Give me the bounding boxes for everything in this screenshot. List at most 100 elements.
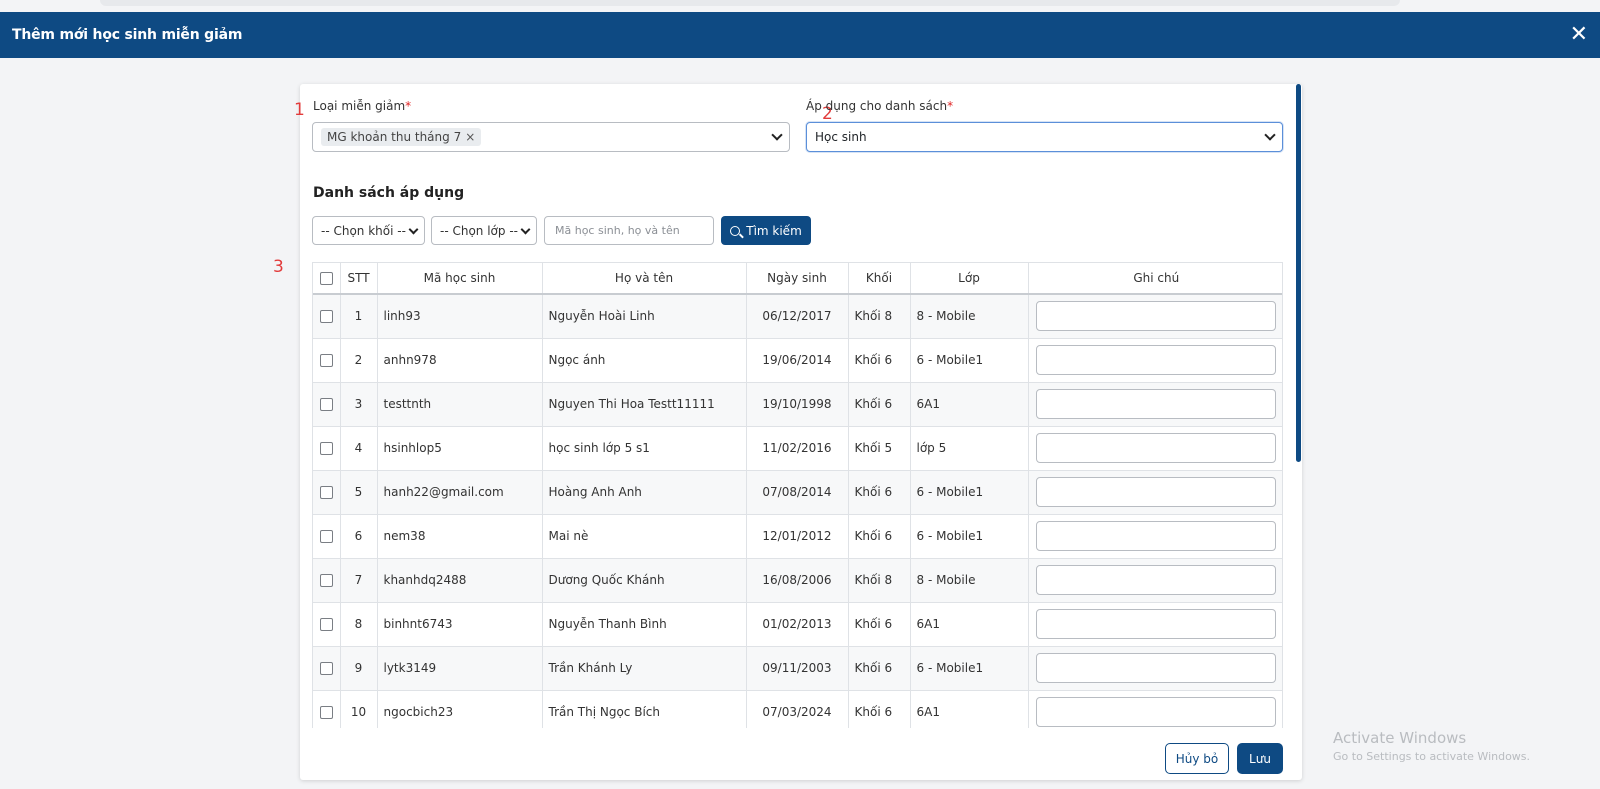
note-input[interactable]: [1036, 301, 1277, 332]
search-input[interactable]: [544, 216, 714, 245]
table-row: 10 ngocbich23 Trần Thị Ngọc Bích 07/03/2024…: [313, 690, 1282, 728]
table-row: 1 linh93 Nguyễn Hoài Linh 06/12/2017 Khối 88…: [313, 294, 1282, 339]
note-input[interactable]: [1036, 521, 1277, 551]
save-button[interactable]: Lưu: [1237, 743, 1283, 774]
apply-list-select[interactable]: Học sinh: [806, 122, 1283, 152]
row-checkbox[interactable]: [319, 354, 333, 367]
cell-full-name: Hoàng Anh Anh: [542, 470, 747, 515]
note-input[interactable]: [1036, 653, 1277, 683]
cell-dob: 07/08/2014: [746, 470, 849, 515]
cell-grade: Khối 6: [848, 646, 911, 691]
note-input[interactable]: [1036, 609, 1277, 639]
discount-type-select[interactable]: MG khoản thu tháng 7 ×: [312, 122, 790, 152]
cancel-button[interactable]: Hủy bỏ: [1165, 743, 1229, 774]
note-input[interactable]: [1036, 697, 1277, 727]
apply-list-value: Học sinh: [815, 130, 867, 144]
class-select[interactable]: -- Chọn lớp --: [431, 216, 537, 245]
cell-grade: Khối 6: [848, 514, 911, 559]
cell-class: lớp 5: [910, 426, 1029, 471]
row-select-cell: [313, 558, 341, 603]
row-checkbox[interactable]: [319, 530, 333, 543]
row-select-cell: [313, 514, 341, 559]
cell-stt: 7: [340, 558, 378, 603]
row-select-cell: [313, 470, 341, 515]
cell-full-name: Nguyễn Hoài Linh: [542, 294, 747, 339]
row-checkbox[interactable]: [319, 442, 333, 455]
class-select-value: -- Chọn lớp --: [440, 223, 518, 238]
cell-full-name: Trần Khánh Ly: [542, 646, 747, 691]
cell-grade: Khối 6: [848, 470, 911, 515]
cell-dob: 16/08/2006: [746, 558, 849, 603]
note-input[interactable]: [1036, 565, 1277, 595]
cell-student-code: testtnth: [377, 382, 543, 427]
cell-stt: 8: [340, 602, 378, 647]
select-all-cell: [313, 263, 341, 295]
cell-class: 6 - Mobile1: [910, 338, 1029, 383]
chevron-down-icon: [1264, 129, 1276, 141]
cell-student-code: nem38: [377, 514, 543, 559]
note-input[interactable]: [1036, 345, 1277, 375]
cell-stt: 2: [340, 338, 378, 383]
grade-select[interactable]: -- Chọn khối --: [312, 216, 425, 245]
search-icon: [730, 225, 741, 236]
search-button[interactable]: Tìm kiếm: [721, 216, 811, 245]
row-checkbox[interactable]: [319, 706, 333, 719]
row-checkbox[interactable]: [319, 310, 333, 324]
table-row: 2 anhn978 Ngọc ánh 19/06/2014 Khối 66 - Mobi…: [313, 338, 1282, 383]
row-checkbox[interactable]: [319, 662, 333, 675]
selected-chip-label: MG khoản thu tháng 7: [327, 130, 462, 144]
browser-top-strip: [0, 0, 1600, 12]
row-checkbox[interactable]: [319, 486, 333, 499]
row-checkbox[interactable]: [319, 618, 333, 631]
cell-full-name: Nguyen Thi Hoa Testt11111: [542, 382, 747, 427]
cell-dob: 09/11/2003: [746, 646, 849, 691]
search-button-label: Tìm kiếm: [746, 223, 802, 238]
chevron-down-icon: [520, 224, 531, 235]
note-cell: [1028, 558, 1282, 603]
cell-class: 8 - Mobile: [910, 294, 1029, 339]
cell-stt: 9: [340, 646, 378, 691]
note-input[interactable]: [1036, 477, 1277, 507]
cell-dob: 01/02/2013: [746, 602, 849, 647]
cell-dob: 06/12/2017: [746, 294, 849, 339]
cell-stt: 4: [340, 426, 378, 471]
cell-class: 6A1: [910, 382, 1029, 427]
cell-dob: 07/03/2024: [746, 690, 849, 728]
cell-full-name: Trần Thị Ngọc Bích: [542, 690, 747, 728]
close-icon[interactable]: ✕: [1570, 20, 1588, 50]
selected-chip: MG khoản thu tháng 7 ×: [321, 128, 482, 146]
note-cell: [1028, 426, 1282, 471]
cell-student-code: khanhdq2488: [377, 558, 543, 603]
column-header: Mã học sinh: [377, 263, 543, 295]
row-select-cell: [313, 646, 341, 691]
chip-remove-icon[interactable]: ×: [465, 130, 475, 144]
cell-dob: 11/02/2016: [746, 426, 849, 471]
note-input[interactable]: [1036, 389, 1277, 419]
table-row: 8 binhnt6743 Nguyễn Thanh Bình 01/02/2013 Kh…: [313, 602, 1282, 647]
cell-grade: Khối 6: [848, 690, 911, 728]
row-checkbox[interactable]: [319, 574, 333, 587]
row-checkbox[interactable]: [319, 398, 333, 411]
column-header: STT: [340, 263, 378, 295]
cell-grade: Khối 6: [848, 382, 911, 427]
column-header: Khối: [848, 263, 911, 295]
dialog-header: Thêm mới học sinh miễn giảm ✕: [0, 12, 1600, 58]
table-row: 9 lytk3149 Trần Khánh Ly 09/11/2003 Khối 66 …: [313, 646, 1282, 691]
cell-class: 6 - Mobile1: [910, 470, 1029, 515]
annotation-marker-1: 1: [294, 100, 305, 120]
cell-class: 6A1: [910, 602, 1029, 647]
cell-grade: Khối 8: [848, 294, 911, 339]
windows-watermark: Activate Windows Go to Settings to activ…: [1333, 729, 1530, 763]
note-cell: [1028, 294, 1282, 339]
select-all-checkbox[interactable]: [319, 272, 333, 285]
column-header: Họ và tên: [542, 263, 747, 295]
cell-dob: 12/01/2012: [746, 514, 849, 559]
row-select-cell: [313, 426, 341, 471]
cell-student-code: lytk3149: [377, 646, 543, 691]
scrollbar[interactable]: [1296, 84, 1301, 462]
column-header: Lớp: [910, 263, 1029, 295]
note-cell: [1028, 690, 1282, 728]
cell-student-code: anhn978: [377, 338, 543, 383]
note-input[interactable]: [1036, 433, 1277, 463]
row-select-cell: [313, 602, 341, 647]
